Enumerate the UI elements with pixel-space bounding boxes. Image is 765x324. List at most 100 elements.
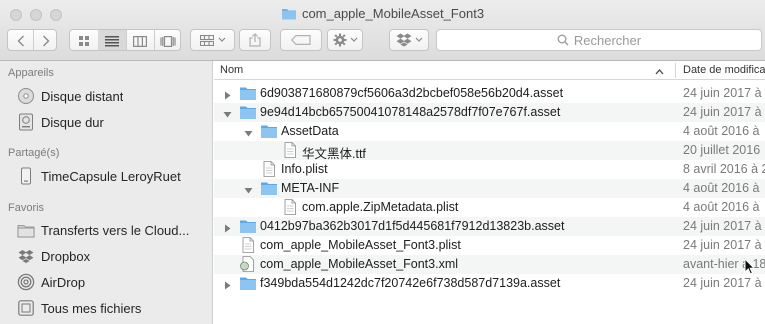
window-title: com_apple_MobileAsset_Font3 — [0, 6, 765, 23]
sidebar-item-label: Tous mes fichiers — [41, 300, 142, 316]
columns-icon — [133, 35, 147, 47]
folder-icon — [239, 85, 257, 101]
disclosure-expanded-icon[interactable] — [223, 108, 232, 118]
column-view-button[interactable] — [126, 30, 154, 50]
arrange-icon — [199, 34, 214, 46]
sidebar-item-label: Transferts vers le Cloud... — [41, 222, 190, 238]
dropbox-icon — [17, 247, 35, 265]
forward-button[interactable] — [33, 30, 56, 50]
dropbox-icon — [396, 33, 411, 47]
column-header: Nom Date de modifica — [214, 61, 765, 80]
table-row[interactable]: com_apple_MobileAsset_Font3.xml avant-hie… — [214, 255, 765, 274]
search-placeholder: Rechercher — [573, 32, 642, 48]
sidebar-item-airdrop[interactable]: AirDrop — [0, 270, 212, 294]
window-title-text: com_apple_MobileAsset_Font3 — [301, 6, 485, 21]
sidebar-heading-favorites: Favoris — [8, 202, 45, 214]
table-row[interactable]: f349bda554d1242dc7f20742e6f738d587d7139a… — [214, 274, 765, 293]
row-date: 24 juin 2017 à — [683, 238, 762, 252]
row-name: com_apple_MobileAsset_Font3.xml — [260, 257, 459, 271]
disclosure-collapsed-icon[interactable] — [223, 222, 232, 233]
row-date: 4 août 2016 à — [683, 124, 760, 138]
grid-icon — [79, 36, 89, 46]
row-name: AssetData — [281, 124, 339, 138]
sidebar-item-timecapsule[interactable]: TimeCapsule LeroyRuet — [0, 164, 212, 188]
chevron-down-icon — [218, 37, 225, 42]
folder-icon — [17, 221, 35, 239]
disclosure-expanded-icon[interactable] — [244, 184, 253, 194]
row-date: 4 août 2016 à — [683, 200, 760, 214]
all-files-icon — [17, 299, 35, 317]
view-mode-control — [69, 29, 181, 51]
sidebar-item-label: AirDrop — [41, 274, 86, 290]
row-name: 0412b97ba362b3017d1f5d445681f7912d13823b… — [260, 219, 565, 233]
mouse-cursor-icon — [744, 257, 756, 278]
disclosure-expanded-icon[interactable] — [244, 127, 253, 137]
row-date: 4 août 2016 à — [683, 181, 760, 195]
row-name: 6d903871680879cf5606a3d2bcbef058e56b20d4… — [260, 86, 564, 100]
sidebar-item-label: Dropbox — [41, 248, 91, 264]
sidebar-item-dropbox[interactable]: Dropbox — [0, 244, 212, 268]
sidebar-item-label: Disque distant — [41, 88, 124, 104]
row-name: com.apple.ZipMetadata.plist — [302, 200, 459, 214]
navigation-buttons — [7, 29, 57, 51]
sidebar-item-transferts-cloud[interactable]: Transferts vers le Cloud... — [0, 218, 212, 242]
disc-icon — [17, 87, 35, 105]
table-row[interactable]: 6d903871680879cf5606a3d2bcbef058e56b20d4… — [214, 84, 765, 103]
coverflow-view-button[interactable] — [154, 30, 180, 50]
hard-drive-icon — [17, 113, 35, 131]
row-date: 8 avril 2016 à 2 — [683, 162, 765, 176]
icon-view-button[interactable] — [70, 30, 98, 50]
sort-ascending-icon[interactable] — [655, 64, 664, 78]
search-field[interactable]: Rechercher — [436, 29, 762, 51]
table-row[interactable]: 华文黑体.ttf 20 juillet 2016 — [214, 141, 765, 161]
disclosure-collapsed-icon[interactable] — [223, 279, 232, 290]
table-row[interactable]: 0412b97ba362b3017d1f5d445681f7912d13823b… — [214, 217, 765, 236]
share-button[interactable] — [239, 29, 271, 51]
row-name: Info.plist — [281, 162, 328, 176]
folder-icon — [239, 275, 257, 291]
row-name: f349bda554d1242dc7f20742e6f738d587d7139a… — [260, 276, 561, 290]
time-capsule-icon — [17, 167, 35, 185]
table-row[interactable]: Info.plist 8 avril 2016 à 2 — [214, 160, 765, 179]
document-icon — [260, 161, 278, 177]
document-icon — [239, 237, 257, 253]
table-row[interactable]: com.apple.ZipMetadata.plist 4 août 2016 à — [214, 198, 765, 217]
file-list: Nom Date de modifica 6d903871680879cf560… — [214, 61, 765, 324]
row-date: 24 juin 2017 à — [683, 276, 762, 290]
column-divider[interactable] — [675, 63, 676, 78]
folder-icon — [260, 180, 278, 196]
disclosure-collapsed-icon[interactable] — [223, 89, 232, 100]
tag-icon — [291, 35, 311, 45]
list-icon — [105, 35, 119, 46]
table-row[interactable]: AssetData 4 août 2016 à — [214, 122, 765, 141]
folder-icon — [239, 218, 257, 234]
sidebar-item-all-files[interactable]: Tous mes fichiers — [0, 296, 212, 320]
sidebar-item-label: TimeCapsule LeroyRuet — [41, 168, 181, 184]
sidebar-item-disque-distant[interactable]: Disque distant — [0, 84, 212, 108]
row-date: 24 juin 2017 à — [683, 86, 762, 100]
coverflow-icon — [160, 35, 176, 47]
column-header-name[interactable]: Nom — [220, 64, 243, 76]
list-view-button[interactable] — [98, 30, 126, 50]
row-name: com_apple_MobileAsset_Font3.plist — [260, 238, 461, 252]
chevron-down-icon — [415, 37, 422, 42]
table-row[interactable]: com_apple_MobileAsset_Font3.plist 24 juin… — [214, 236, 765, 255]
sidebar: Appareils Disque distant Disque dur Part… — [0, 61, 213, 324]
chevron-down-icon — [350, 37, 357, 42]
table-row[interactable]: 9e94d14bcb65750041078148a2578df7f07e767f… — [214, 103, 765, 122]
row-date: 24 juin 2017 à — [683, 105, 762, 119]
column-header-date[interactable]: Date de modifica — [683, 64, 765, 76]
table-row[interactable]: META-INF 4 août 2016 à — [214, 179, 765, 198]
sidebar-item-disque-dur[interactable]: Disque dur — [0, 110, 212, 134]
sidebar-heading-shared: Partagé(s) — [8, 147, 60, 159]
folder-icon — [239, 104, 257, 120]
edit-tags-button[interactable] — [280, 29, 322, 51]
toolbar: com_apple_MobileAsset_Font3 Rechercher — [0, 0, 765, 61]
dropbox-menu-button[interactable] — [389, 29, 429, 51]
document-icon — [281, 199, 299, 215]
folder-icon — [260, 123, 278, 139]
back-button[interactable] — [8, 30, 33, 50]
sidebar-heading-devices: Appareils — [8, 67, 54, 79]
action-menu-button[interactable] — [327, 29, 363, 51]
arrange-menu-button[interactable] — [190, 29, 235, 51]
